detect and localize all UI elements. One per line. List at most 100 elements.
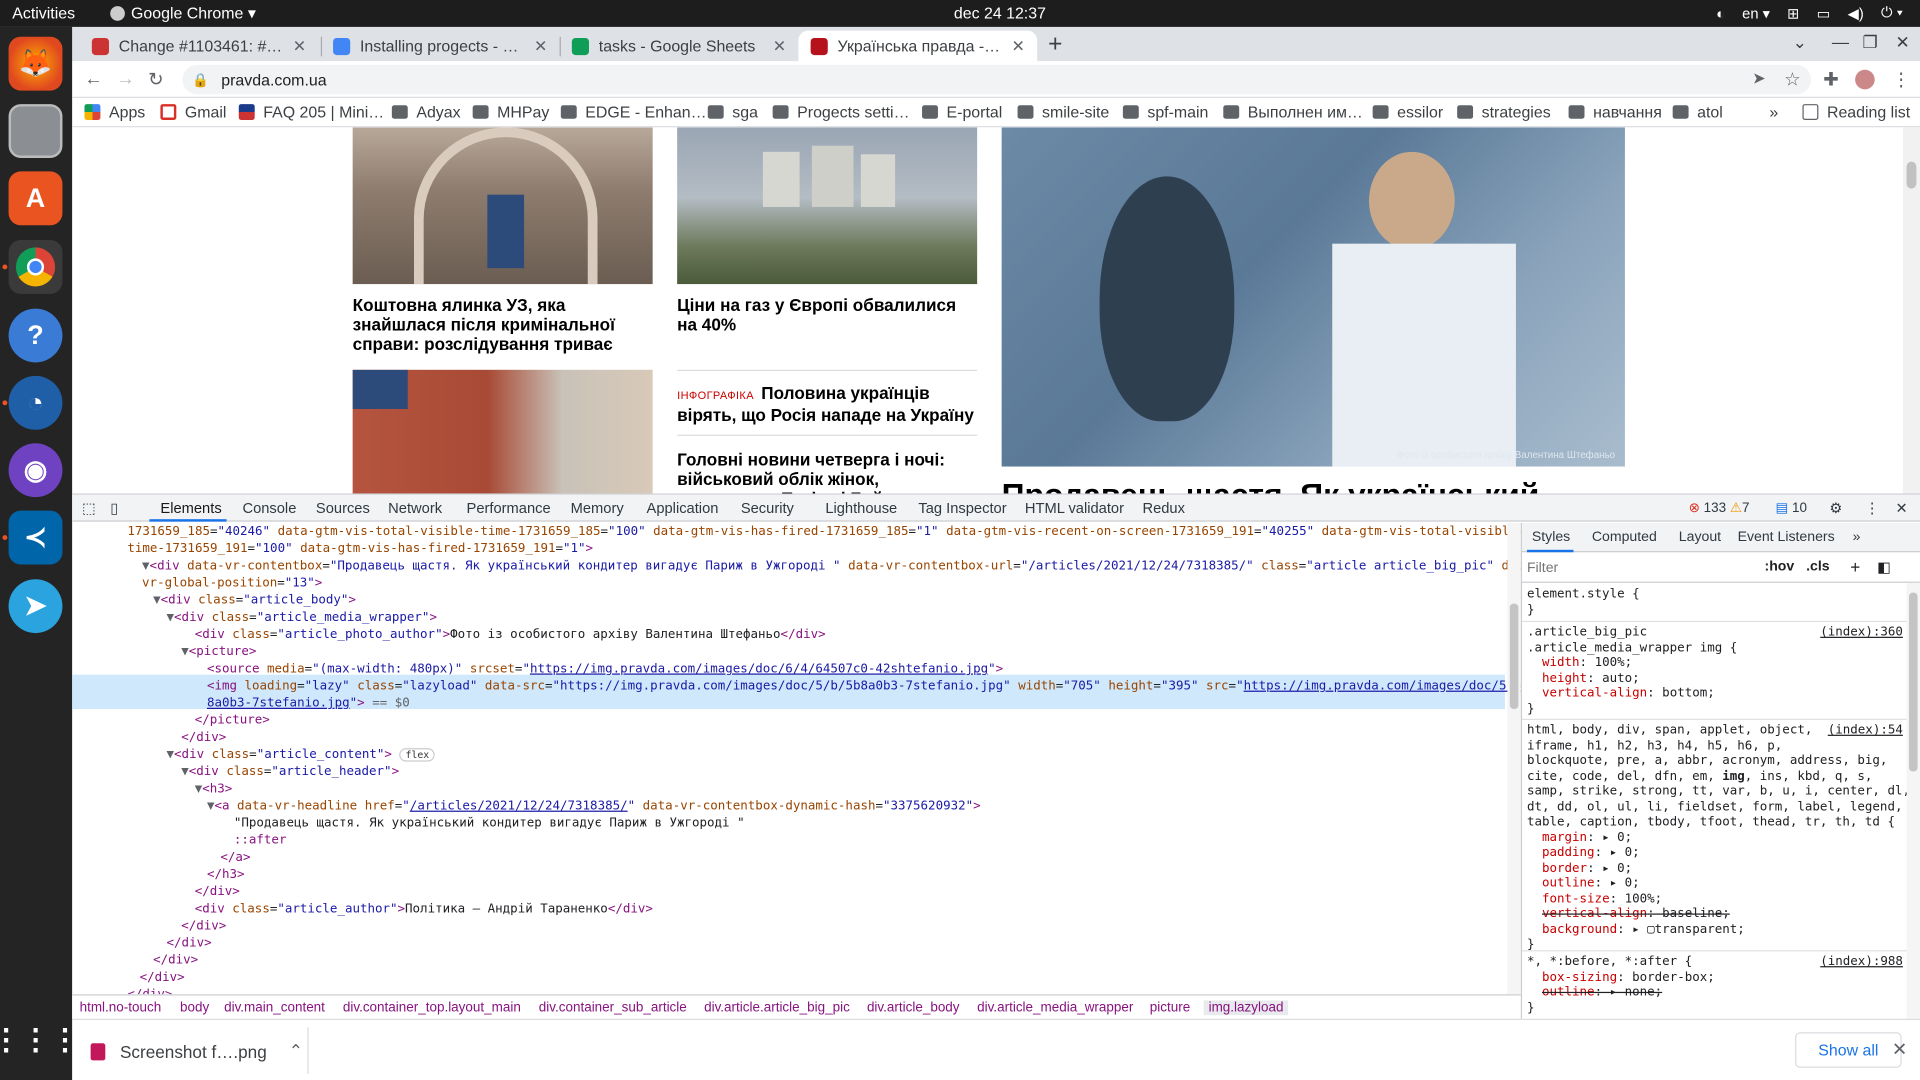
github-icon[interactable]: ◉	[8, 443, 63, 498]
tab-application[interactable]: Application	[647, 500, 719, 517]
clock[interactable]: dec 24 12:37	[954, 4, 1046, 22]
settings-gear-icon[interactable]: ⚙	[1829, 500, 1842, 517]
extensions-icon[interactable]: ✚	[1823, 69, 1838, 91]
telegram-icon[interactable]: ➤	[8, 579, 63, 634]
breadcrumb-item[interactable]: div.article.article_big_pic	[704, 1000, 850, 1015]
close-icon[interactable]: ✕	[1012, 36, 1025, 56]
style-rule[interactable]: *, *:before, *:after { box-sizing: borde…	[1527, 955, 1715, 1016]
bookmark-apps[interactable]: Apps	[84, 103, 145, 121]
tab-pravda[interactable]: Українська правда - нови… ✕	[798, 30, 1038, 62]
dom-line[interactable]: </div>	[140, 970, 1521, 987]
minimize-button[interactable]: —	[1832, 32, 1849, 52]
style-rule[interactable]: html, body, div, span, applet, object, i…	[1527, 724, 1910, 954]
dom-line[interactable]: 1731659_185="40246" data-gtm-vis-total-v…	[127, 524, 1520, 541]
style-source-link[interactable]: (index):54	[1828, 724, 1903, 737]
help-icon[interactable]: ?	[8, 308, 63, 363]
forward-icon[interactable]: →	[116, 69, 134, 90]
styles-scrollbar[interactable]	[1906, 582, 1920, 1021]
tab-memory[interactable]: Memory	[571, 500, 624, 517]
files-icon[interactable]	[8, 104, 63, 158]
styles-filter-input[interactable]	[1526, 558, 1754, 578]
headline-2[interactable]: Ціни на газ у Європі обвалилися на 40%	[677, 295, 977, 334]
power-icon[interactable]: ⏻ ▾	[1881, 4, 1903, 22]
bookmark-folder[interactable]: MHPay	[472, 103, 549, 121]
dom-line[interactable]: ▼<div class="article_media_wrapper">	[167, 610, 1521, 627]
activities-button[interactable]: Activities	[12, 4, 75, 22]
dom-line[interactable]: ▼<a data-vr-headline href="/articles/202…	[207, 798, 1521, 815]
article-image-power-plant[interactable]	[677, 127, 978, 285]
restore-button[interactable]: ❐	[1862, 32, 1877, 53]
bookmark-folder[interactable]: strategies	[1457, 103, 1551, 121]
article-big-image-confectioner[interactable]: Фото із особистого архіву Валентина Штеф…	[1001, 127, 1625, 467]
bookmark-folder[interactable]: smile-site	[1017, 103, 1109, 121]
bookmark-star-icon[interactable]: ☆	[1784, 69, 1800, 91]
bookmark-folder[interactable]: Progects setti…	[772, 103, 910, 121]
dom-line[interactable]: <div class="article_author">Політика — А…	[195, 901, 1521, 918]
bookmark-folder[interactable]: навчання	[1568, 103, 1662, 121]
tab-redux[interactable]: Redux	[1142, 500, 1184, 517]
breadcrumb-item[interactable]: div.container_sub_article	[539, 1000, 687, 1015]
close-devtools-icon[interactable]: ✕	[1896, 500, 1908, 517]
scrollbar-thumb[interactable]	[1906, 161, 1917, 189]
tab-computed[interactable]: Computed	[1592, 530, 1657, 545]
tab-elements[interactable]: Elements	[160, 500, 221, 517]
firefox-icon[interactable]: 🦊	[8, 36, 63, 91]
breadcrumb-item[interactable]: div.main_content	[224, 1000, 325, 1015]
dom-line-selected[interactable]: <img loading="lazy" class="lazyload" dat…	[207, 678, 1521, 695]
breadcrumb-item[interactable]: div.container_top.layout_main	[343, 1000, 521, 1015]
timer-icon[interactable]: ◔	[8, 375, 63, 430]
close-icon[interactable]: ✕	[293, 36, 306, 56]
chrome-dock-icon[interactable]	[8, 240, 63, 294]
add-rule-icon[interactable]: +	[1850, 557, 1860, 577]
bookmark-folder[interactable]: EDGE - Enhan…	[560, 103, 707, 121]
tab-lighthouse[interactable]: Lighthouse	[825, 500, 897, 517]
tab-gerrit[interactable]: Change #1103461: #1102… ✕	[80, 31, 319, 62]
toggle-sidebar-icon[interactable]: ◧	[1877, 558, 1891, 575]
language-indicator[interactable]: en ▾	[1742, 4, 1770, 21]
tab-console[interactable]: Console	[242, 500, 296, 517]
profile-avatar[interactable]	[1855, 69, 1875, 90]
dom-line[interactable]: ▼<div class="article_content"> flex	[167, 747, 1521, 764]
show-apps-icon[interactable]: ⋮⋮⋮	[0, 1013, 80, 1067]
breadcrumb-item[interactable]: html.no-touch	[80, 1000, 162, 1015]
headline-1[interactable]: Коштовна ялинка УЗ, яка знайшлася після …	[353, 295, 653, 354]
vscode-icon[interactable]: ≺	[8, 510, 63, 565]
dom-line[interactable]: vr-global-position="13">	[142, 576, 1521, 593]
bookmark-faq[interactable]: FAQ 205 | Mini…	[238, 103, 384, 121]
tab-layout[interactable]: Layout	[1679, 530, 1721, 545]
breadcrumb-item-selected[interactable]: img.lazyload	[1203, 1000, 1289, 1016]
dom-line[interactable]: </div>	[181, 730, 1521, 747]
cls-toggle[interactable]: .cls	[1806, 560, 1829, 575]
send-icon[interactable]: ➤	[1752, 69, 1765, 89]
dom-line[interactable]: </picture>	[195, 713, 1521, 730]
volume-icon[interactable]: ◀)	[1848, 4, 1864, 21]
bookmark-folder[interactable]: atol	[1672, 103, 1723, 121]
vpn-icon[interactable]: ▭	[1817, 4, 1831, 21]
dom-line[interactable]: "Продавець щастя. Як український кондите…	[234, 816, 1521, 833]
dom-line[interactable]: ▼<h3>	[195, 781, 1521, 798]
close-icon[interactable]: ✕	[534, 36, 547, 56]
dom-line[interactable]: </div>	[127, 987, 1520, 994]
dom-line[interactable]: ::after	[234, 833, 1521, 850]
back-icon[interactable]: ←	[84, 69, 102, 90]
elements-scrollbar[interactable]	[1507, 522, 1521, 995]
tab-google-sheets[interactable]: tasks - Google Sheets ✕	[560, 31, 799, 62]
article-image-train-station[interactable]	[352, 127, 653, 285]
close-icon[interactable]: ✕	[773, 36, 786, 56]
dom-line[interactable]: <div class="article_photo_author">Фото і…	[195, 627, 1521, 644]
bookmark-folder[interactable]: Adyax	[391, 103, 461, 121]
dom-line[interactable]: ▼<div class="article_body">	[153, 593, 1521, 610]
styles-tabs-overflow[interactable]: »	[1853, 530, 1861, 545]
bookmark-folder[interactable]: essilor	[1372, 103, 1443, 121]
headline-3[interactable]: ІНФОГРАФІКА Половина українців вірять, що…	[677, 383, 977, 425]
article-image-street[interactable]	[352, 369, 653, 494]
breadcrumb-item[interactable]: div.article_body	[867, 1000, 960, 1015]
breadcrumb-item[interactable]: picture	[1150, 1000, 1190, 1015]
style-rule[interactable]: element.style { }	[1527, 588, 1640, 619]
breadcrumb-item[interactable]: div.article_media_wrapper	[977, 1000, 1133, 1015]
bookmark-gmail[interactable]: Gmail	[160, 103, 226, 121]
close-downloads-icon[interactable]: ✕	[1892, 1038, 1907, 1061]
dom-line[interactable]: </a>	[220, 850, 1520, 867]
dom-line[interactable]: </div>	[167, 936, 1521, 953]
system-tray[interactable]: ◐ en ▾ ⊞ ▭ ◀) ⏻ ▾	[1716, 4, 1903, 22]
